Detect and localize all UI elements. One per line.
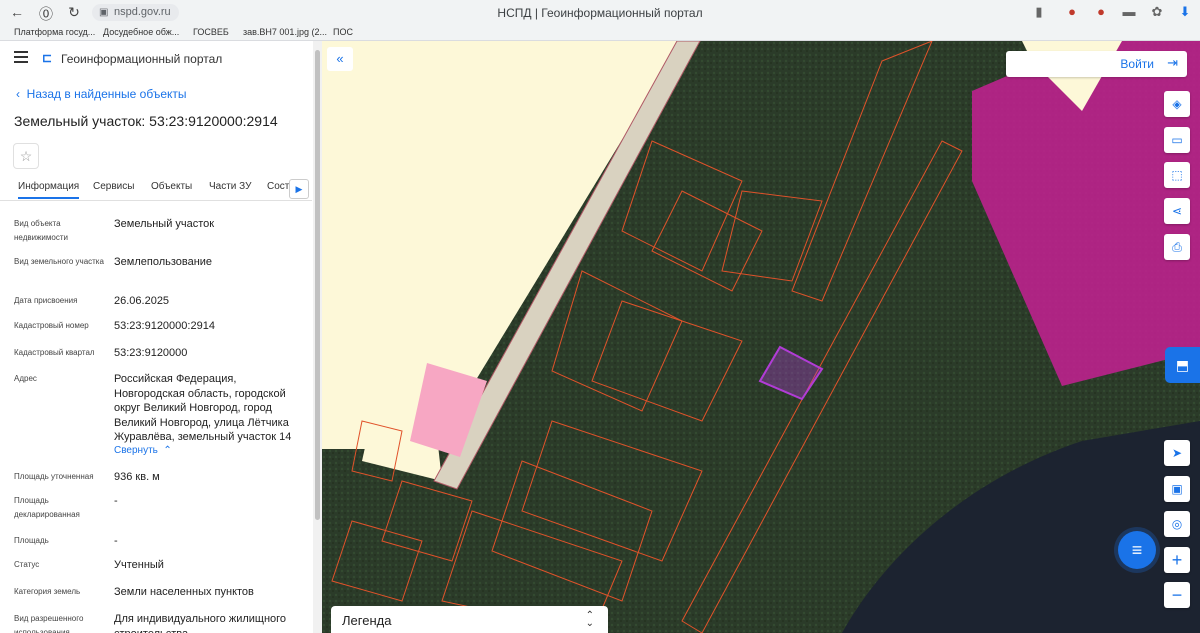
assistant-icon: ⬒ xyxy=(1175,357,1190,373)
basemap-button[interactable]: ▣ xyxy=(1164,476,1190,502)
chevron-up-down-icon: ⌃ ⌄ xyxy=(585,610,594,629)
share-icon: ⋖ xyxy=(1171,204,1183,218)
object-title: Земельный участок: 53:23:9120000:2914 xyxy=(14,113,278,129)
ruler-icon: ▭ xyxy=(1171,133,1183,147)
menu-icon[interactable] xyxy=(14,51,28,63)
field-label: Дата присвоения xyxy=(14,296,78,305)
info-panel: ⊏ Геоинформационный портал ‹ Назад в най… xyxy=(0,41,322,633)
layers-icon: ◈ xyxy=(1172,97,1182,111)
field-label: Площадь декларированная xyxy=(14,496,80,519)
bookmark-item[interactable]: зав.ВН7 001.jpg (2... xyxy=(243,27,327,37)
map-svg xyxy=(322,41,1200,633)
map-canvas[interactable] xyxy=(322,41,1200,633)
basemap-icon: ▣ xyxy=(1171,482,1183,496)
field-value: Учтенный xyxy=(114,559,164,571)
chevron-up-icon: ⌃ xyxy=(157,445,172,456)
bookmark-item[interactable]: Досудебное обж... xyxy=(103,27,179,37)
field-value: - xyxy=(114,495,118,507)
field-label: Вид разрешенного использования xyxy=(14,614,84,633)
field-label: Кадастровый номер xyxy=(14,321,89,330)
extensions-puzzle-icon[interactable]: ✿ xyxy=(1148,4,1166,20)
tabs-scroll-right-icon[interactable]: ▶ xyxy=(289,179,309,199)
legend-toggle[interactable]: Легенда ⌃ ⌄ xyxy=(331,606,608,633)
select-area-button[interactable]: ⬚ xyxy=(1164,162,1190,188)
search-location-icon: ◎ xyxy=(1171,517,1183,531)
panel-header: ⊏ Геоинформационный портал xyxy=(0,41,322,77)
search-location-button[interactable]: ◎ xyxy=(1164,511,1190,537)
zoom-out-icon: − xyxy=(1171,585,1183,605)
tab-objects[interactable]: Объекты xyxy=(151,181,192,192)
field-label: Площадь xyxy=(14,536,49,545)
collapse-link[interactable]: Свернуть ⌃ xyxy=(114,445,172,456)
chat-button[interactable]: ≡ xyxy=(1118,531,1156,569)
chat-icon: ≡ xyxy=(1131,540,1143,560)
field-value: 53:23:9120000:2914 xyxy=(114,320,215,332)
zoom-out-button[interactable]: − xyxy=(1164,582,1190,608)
favorite-star-icon[interactable]: ☆ xyxy=(13,143,39,169)
bookmarks-bar: Платформа госуд... Досудебное обж... ГОС… xyxy=(0,25,1200,41)
field-value: Земли населенных пунктов xyxy=(114,586,254,598)
field-label: Вид объекта недвижимости xyxy=(14,219,68,242)
field-value: 26.06.2025 xyxy=(114,295,170,307)
field-label: Площадь уточненная xyxy=(14,472,94,481)
zoom-in-button[interactable]: + xyxy=(1164,547,1190,573)
field-label: Кадастровый квартал xyxy=(14,348,95,357)
field-label: Категория земель xyxy=(14,587,81,596)
portal-title: Геоинформационный портал xyxy=(61,52,223,66)
panel-scrollbar-thumb[interactable] xyxy=(315,50,320,520)
field-value: Земельный участок xyxy=(114,218,215,230)
window-title: НСПД | Геоинформационный портал xyxy=(497,6,703,20)
tab-services[interactable]: Сервисы xyxy=(93,181,134,192)
download-icon[interactable]: ⬇ xyxy=(1176,4,1194,20)
field-value: 936 кв. м xyxy=(114,471,160,483)
print-icon: ⎙ xyxy=(1172,240,1182,254)
locate-button[interactable]: ➤ xyxy=(1164,440,1190,466)
login-icon: ⇥ xyxy=(1167,55,1178,70)
layers-button[interactable]: ◈ xyxy=(1164,91,1190,117)
back-to-results-link[interactable]: ‹ Назад в найденные объекты xyxy=(16,87,187,101)
address-value: Российская Федерация, Новгородская облас… xyxy=(114,373,292,443)
tab-parts[interactable]: Части ЗУ xyxy=(209,181,251,192)
extension-icon[interactable]: ● xyxy=(1092,4,1110,19)
field-label: Адрес xyxy=(14,374,37,383)
field-label: Вид земельного участка xyxy=(14,257,104,266)
chevron-left-icon: ‹ xyxy=(16,87,27,101)
print-button[interactable]: ⎙ xyxy=(1164,234,1190,260)
bookmark-item[interactable]: ПОС xyxy=(333,27,353,37)
extension-icon[interactable]: ● xyxy=(1063,4,1081,19)
login-button[interactable]: Войти ⇥ xyxy=(1006,51,1187,77)
field-value: Землепользование xyxy=(114,256,213,268)
tab-info[interactable]: Информация xyxy=(18,181,80,199)
measure-button[interactable]: ▭ xyxy=(1164,127,1190,153)
extension-icon[interactable]: ▬ xyxy=(1120,4,1138,19)
zoom-in-icon: + xyxy=(1171,550,1183,570)
assistant-button[interactable]: ⬒ xyxy=(1165,347,1200,383)
collapse-panel-button[interactable]: « xyxy=(327,47,353,71)
portal-logo-icon: ⊏ xyxy=(42,51,53,65)
field-value: 53:23:9120000 xyxy=(114,347,188,359)
double-chevron-left-icon: « xyxy=(336,51,344,66)
bookmark-item[interactable]: Платформа госуд... xyxy=(14,27,95,37)
browser-chrome: ← ⓪ ↻ ▣ nspd.gov.ru НСПД | Геоинформацио… xyxy=(0,0,1200,41)
field-value: - xyxy=(114,535,118,547)
select-area-icon: ⬚ xyxy=(1171,168,1183,182)
share-button[interactable]: ⋖ xyxy=(1164,198,1190,224)
field-label: Статус xyxy=(14,560,40,569)
field-value: Для индивидуального жилищного строительс… xyxy=(114,613,287,633)
locate-icon: ➤ xyxy=(1171,446,1183,460)
tabs: Информация Сервисы Объекты Части ЗУ Сост… xyxy=(0,177,312,201)
bookmark-icon[interactable]: ▮ xyxy=(1030,4,1048,20)
bookmark-item[interactable]: ГОСВЕБ xyxy=(193,27,229,37)
